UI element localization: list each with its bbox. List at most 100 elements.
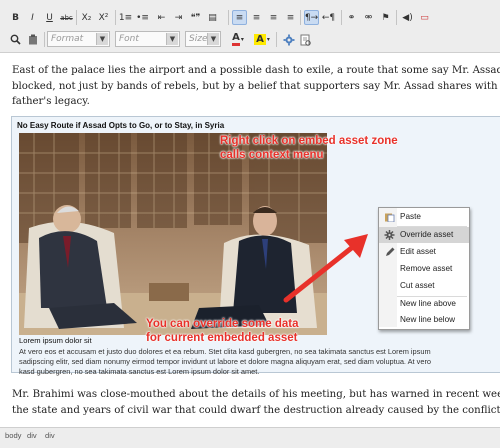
menu-item-edit-asset[interactable]: Edit asset — [379, 244, 469, 260]
annotation-line: for current embedded asset — [146, 332, 298, 344]
blockquote-button[interactable]: ❝❞ — [188, 10, 203, 25]
menu-item-label: New line above — [400, 299, 456, 308]
toolbar-separator — [341, 10, 342, 25]
toolbar-separator — [44, 32, 45, 47]
justify-button[interactable]: ≡ — [283, 10, 298, 25]
editor-toolbar: B I Uabc X₂ X² 1≡ •≡ ⇤ ⇥ ❝❞ ▤ ≡ ≡ ≡ ≡ ¶→ ←¶ ⚭ ⚮ ⚑ ◀) ▭ Format… — [0, 0, 500, 53]
strikethrough-button-glyph: abc — [60, 13, 73, 22]
align-center-button[interactable]: ≡ — [249, 10, 264, 25]
menu-item-cut-asset[interactable]: Cut asset — [379, 278, 469, 294]
breadcrumb-div[interactable]: div — [45, 431, 55, 440]
menu-item-label: Paste — [400, 212, 421, 221]
link-button[interactable]: ⚭ — [344, 10, 359, 25]
media-button[interactable]: ◀) — [400, 10, 415, 25]
toolbar-separator — [76, 10, 77, 25]
text-color-glyph: A — [232, 33, 240, 46]
menu-item-label: Cut asset — [400, 281, 435, 290]
annotation-override: You can override some data for current e… — [146, 317, 299, 345]
blockquote-button-glyph: ❝❞ — [190, 12, 201, 23]
embed-body-line: At vero eos et accusam et justo duo dolo… — [19, 347, 431, 356]
context-menu: Paste Override asset Edit asset Remove a… — [378, 207, 470, 330]
media-button-glyph: ◀) — [402, 12, 413, 23]
paragraph-line: the state and years of civil war that co… — [12, 404, 500, 416]
subscript-button-glyph: X₂ — [81, 12, 92, 23]
font-select[interactable]: Font ▼ — [115, 31, 180, 47]
bulleted-list-button-glyph: •≡ — [136, 12, 149, 23]
toolbar-separator — [228, 10, 229, 25]
superscript-button[interactable]: X² — [96, 10, 111, 25]
numbered-list-button-glyph: 1≡ — [118, 12, 133, 23]
source-icon[interactable] — [298, 32, 313, 47]
ltr-button[interactable]: ¶→ — [304, 10, 319, 25]
paragraph-line: East of the palace lies the airport and … — [12, 65, 500, 76]
menu-item-override-asset[interactable]: Override asset — [379, 227, 469, 243]
justify-button-glyph: ≡ — [286, 12, 295, 23]
embed-body-line: kasd gubergren, no sea takimata sanctus … — [19, 367, 260, 376]
size-select[interactable]: Size ▼ — [185, 31, 221, 47]
chevron-down-icon: ▾ — [240, 36, 244, 43]
unlink-button-glyph: ⚮ — [364, 12, 373, 23]
embed-caption: Lorem ipsum dolor sit — [19, 336, 92, 345]
numbered-list-button[interactable]: 1≡ — [118, 10, 133, 25]
align-right-button[interactable]: ≡ — [266, 10, 281, 25]
italic-button[interactable]: I — [25, 10, 40, 25]
outdent-button[interactable]: ⇤ — [154, 10, 169, 25]
link-button-glyph: ⚭ — [347, 12, 356, 23]
subscript-button[interactable]: X₂ — [79, 10, 94, 25]
toolbar-separator — [396, 10, 397, 25]
indent-button[interactable]: ⇥ — [171, 10, 186, 25]
background-color-button[interactable]: A ▾ — [252, 32, 272, 47]
chevron-down-icon: ▼ — [166, 33, 178, 45]
chevron-down-icon: ▾ — [266, 36, 270, 43]
text-color-button[interactable]: A ▾ — [228, 32, 248, 47]
anchor-button[interactable]: ⚑ — [378, 10, 393, 25]
div-button-glyph: ▤ — [208, 12, 217, 23]
italic-button-glyph: I — [31, 12, 34, 23]
align-left-button[interactable]: ≡ — [232, 10, 247, 25]
bold-button[interactable]: B — [8, 10, 23, 25]
outdent-button-glyph: ⇤ — [157, 12, 166, 23]
chevron-down-icon: ▼ — [96, 33, 108, 45]
ltr-button-glyph: ¶→ — [304, 12, 319, 23]
menu-item-label: Remove asset — [400, 264, 453, 273]
breadcrumb-div[interactable]: div — [27, 431, 37, 440]
div-button[interactable]: ▤ — [205, 10, 220, 25]
clipboard-icon[interactable] — [25, 32, 40, 47]
underline-button[interactable]: U — [42, 10, 57, 25]
font-select-label: Font — [119, 34, 139, 44]
underline-button-glyph: U — [46, 12, 53, 23]
special-button[interactable]: ▭ — [417, 10, 432, 25]
gear-icon[interactable] — [281, 32, 296, 47]
toolbar-separator — [276, 32, 277, 47]
menu-item-remove-asset[interactable]: Remove asset — [379, 261, 469, 277]
paragraph-line: blocked, not just by bands of rebels, bu… — [12, 80, 500, 92]
menu-item-new-line-above[interactable]: New line above — [379, 296, 469, 312]
rtl-button-glyph: ←¶ — [321, 12, 336, 23]
annotation-arrow — [283, 234, 368, 303]
menu-item-paste[interactable]: Paste — [379, 209, 469, 225]
bulleted-list-button[interactable]: •≡ — [135, 10, 150, 25]
menu-item-label: Edit asset — [400, 247, 436, 256]
align-center-button-glyph: ≡ — [252, 12, 261, 23]
align-left-button-glyph: ≡ — [235, 12, 244, 23]
menu-item-label: Override asset — [400, 230, 454, 239]
menu-item-new-line-below[interactable]: New line below — [379, 312, 469, 328]
size-select-label: Size — [189, 34, 208, 44]
embed-title: No Easy Route if Assad Opts to Go, or to… — [17, 121, 225, 130]
embed-body-line: sadipscing elitr, sed diam nonumy eirmod… — [19, 357, 432, 366]
bold-button-glyph: B — [12, 12, 19, 23]
gear-icon — [384, 230, 395, 240]
strikethrough-button[interactable]: abc — [59, 10, 74, 25]
breadcrumb-body[interactable]: body — [5, 431, 21, 440]
rtl-button[interactable]: ←¶ — [321, 10, 336, 25]
annotation-line: You can override some data — [146, 318, 299, 330]
superscript-button-glyph: X² — [98, 12, 109, 23]
toolbar-separator — [115, 10, 116, 25]
anchor-button-glyph: ⚑ — [381, 12, 390, 23]
format-select[interactable]: Format ▼ — [47, 31, 110, 47]
paragraph-line: father's legacy. — [12, 96, 90, 107]
annotation-context-menu: Right click on embed asset zone calls co… — [220, 134, 398, 162]
unlink-button[interactable]: ⚮ — [361, 10, 376, 25]
search-icon[interactable] — [8, 32, 23, 47]
toolbar-separator — [300, 10, 301, 25]
